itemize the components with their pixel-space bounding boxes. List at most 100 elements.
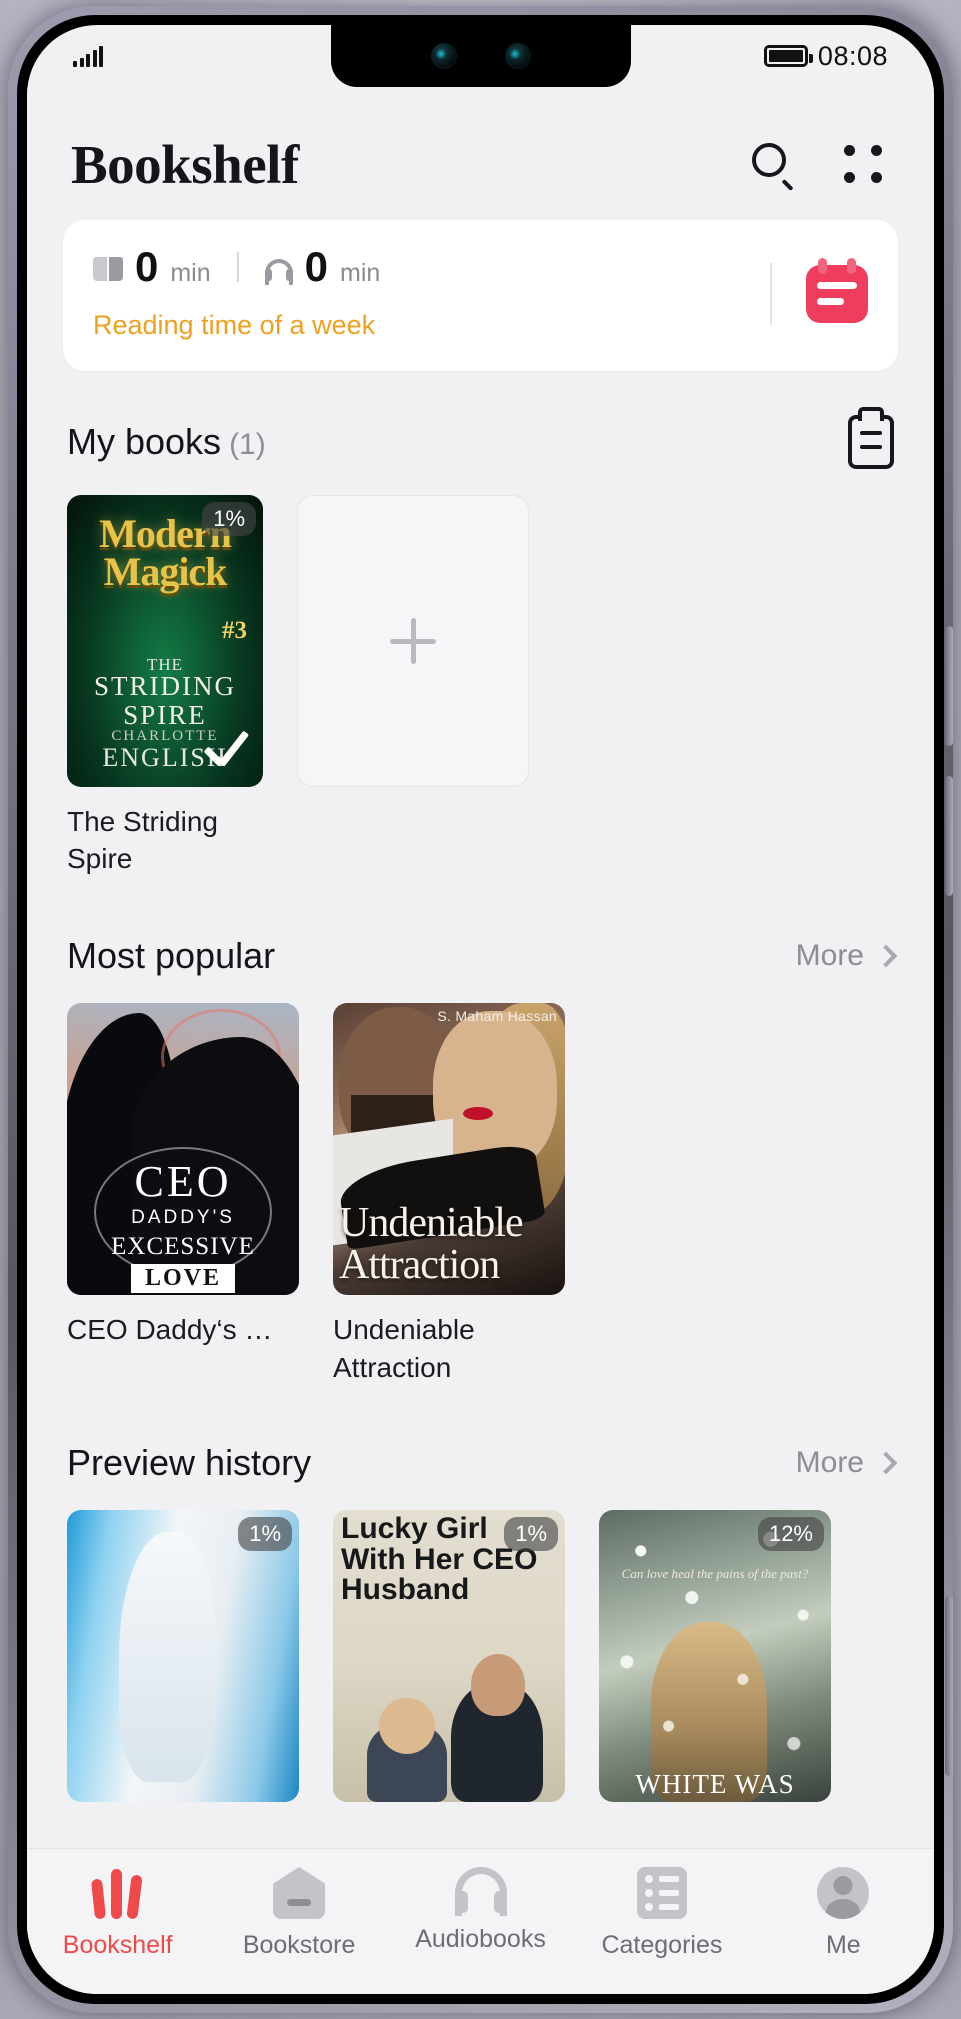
more-label: More bbox=[795, 1445, 864, 1479]
cover-text-4: LOVE bbox=[130, 1264, 236, 1294]
popular-book-item[interactable]: CEO DADDY'S EXCESSIVE LOVE CEO Daddy‘s … bbox=[67, 1003, 299, 1385]
camera-notch bbox=[330, 25, 631, 87]
popular-book-item[interactable]: S. Maham Hassan Undeniable Attraction Un… bbox=[333, 1003, 565, 1385]
cover-text-2: Attraction bbox=[339, 1242, 500, 1289]
preview-history-row: 1% Lucky Girl With Her CEO Husband 1% Ca… bbox=[27, 1509, 934, 1802]
search-icon[interactable] bbox=[752, 142, 796, 191]
tab-bookshelf[interactable]: Bookshelf bbox=[27, 1867, 208, 1960]
volume-up-button[interactable] bbox=[945, 626, 953, 746]
preview-book-item[interactable]: 1% bbox=[67, 1509, 299, 1802]
power-button[interactable] bbox=[945, 1596, 953, 1776]
chevron-right-icon bbox=[874, 1451, 898, 1475]
headphones-icon bbox=[454, 1867, 507, 1916]
tab-label: Bookstore bbox=[242, 1931, 356, 1959]
signal-bars-icon bbox=[73, 45, 103, 67]
open-book-icon bbox=[93, 257, 123, 281]
volume-down-button[interactable] bbox=[945, 776, 953, 896]
tab-label: Me bbox=[825, 1931, 861, 1959]
book-cover[interactable]: S. Maham Hassan Undeniable Attraction bbox=[333, 1003, 565, 1296]
progress-badge: 1% bbox=[238, 1516, 292, 1551]
listening-minutes-value: 0 bbox=[304, 243, 329, 290]
progress-badge: 1% bbox=[504, 1516, 558, 1551]
phone-frame: 08:08 Bookshelf 0 min 0 min Reading time… bbox=[8, 6, 953, 2013]
tab-label: Bookshelf bbox=[62, 1931, 173, 1959]
bottom-tab-bar: Bookshelf Bookstore Audiobooks Categorie… bbox=[27, 1848, 934, 1994]
most-popular-header: Most popular More bbox=[27, 935, 934, 977]
cover-text-1: Undeniable bbox=[339, 1200, 524, 1247]
cover-subtitle-3: SPIRE bbox=[123, 700, 207, 730]
reading-time-subtitle: Reading time of a week bbox=[93, 310, 376, 340]
add-book-button[interactable] bbox=[297, 495, 529, 787]
cover-tagline: Can love heal the pains of the past? bbox=[621, 1565, 809, 1581]
headphones-icon bbox=[264, 257, 293, 285]
my-books-count: (1) bbox=[229, 428, 266, 461]
cover-subtitle-2: STRIDING bbox=[94, 671, 236, 701]
battery-full-icon bbox=[763, 45, 813, 67]
reading-minutes-stat: 0 min bbox=[93, 246, 211, 288]
my-books-title: My books bbox=[67, 421, 222, 462]
preview-book-item[interactable]: Lucky Girl With Her CEO Husband 1% bbox=[333, 1509, 565, 1802]
my-books-row: 1% Modern Magick #3 THE STRIDING SPIRE C… bbox=[27, 495, 934, 877]
four-dot-grid-icon[interactable] bbox=[844, 144, 884, 185]
book-cover[interactable]: 1% Modern Magick #3 THE STRIDING SPIRE C… bbox=[67, 495, 263, 787]
reading-time-stats: 0 min 0 min Reading time of a week bbox=[93, 246, 760, 341]
cover-author: S. Maham Hassan bbox=[437, 1008, 557, 1025]
book-cover[interactable]: 1% bbox=[67, 1509, 299, 1802]
book-cover[interactable]: Can love heal the pains of the past? WHI… bbox=[599, 1509, 831, 1802]
preview-history-more-button[interactable]: More bbox=[795, 1445, 898, 1480]
chevron-right-icon bbox=[874, 945, 898, 968]
phone-screen: 08:08 Bookshelf 0 min 0 min Reading time… bbox=[27, 25, 934, 1994]
most-popular-more-button[interactable]: More bbox=[795, 939, 898, 973]
reading-time-card[interactable]: 0 min 0 min Reading time of a week bbox=[63, 220, 898, 371]
tab-label: Categories bbox=[601, 1931, 723, 1959]
listening-minutes-unit: min bbox=[340, 259, 381, 287]
most-popular-title: Most popular bbox=[67, 935, 276, 977]
phone-bezel: 08:08 Bookshelf 0 min 0 min Reading time… bbox=[17, 15, 944, 2004]
card-divider bbox=[770, 262, 772, 325]
book-title: Undeniable Attraction bbox=[333, 1314, 475, 1383]
tab-audiobooks[interactable]: Audiobooks bbox=[390, 1867, 571, 1954]
cover-text-1: CEO bbox=[134, 1157, 232, 1207]
book-title: The Striding Spire bbox=[67, 806, 218, 875]
more-label: More bbox=[795, 939, 864, 973]
cover-text-2: DADDY'S bbox=[131, 1207, 235, 1229]
cover-series-number: #3 bbox=[222, 617, 247, 644]
store-icon bbox=[273, 1867, 326, 1919]
plus-icon bbox=[390, 618, 436, 664]
tab-me[interactable]: Me bbox=[753, 1867, 934, 1960]
book-cover[interactable]: Lucky Girl With Her CEO Husband 1% bbox=[333, 1509, 565, 1802]
my-book-item[interactable]: 1% Modern Magick #3 THE STRIDING SPIRE C… bbox=[67, 495, 263, 877]
book-cover[interactable]: CEO DADDY'S EXCESSIVE LOVE bbox=[67, 1003, 299, 1296]
front-camera-icon bbox=[430, 43, 457, 69]
calendar-icon[interactable] bbox=[806, 257, 868, 323]
preview-history-title: Preview history bbox=[67, 1441, 312, 1483]
page-title: Bookshelf bbox=[71, 134, 299, 195]
cover-title-line2: Magick bbox=[103, 549, 228, 594]
user-avatar-icon bbox=[817, 1867, 870, 1919]
app-bar-actions bbox=[752, 142, 890, 191]
categories-list-icon bbox=[636, 1867, 687, 1919]
cover-title: WHITE WAS bbox=[635, 1768, 795, 1799]
check-icon bbox=[201, 747, 255, 781]
app-bar: Bookshelf bbox=[27, 87, 934, 206]
tab-categories[interactable]: Categories bbox=[571, 1867, 752, 1960]
book-title: CEO Daddy‘s … bbox=[67, 1314, 273, 1346]
reading-minutes-unit: min bbox=[170, 259, 211, 287]
most-popular-row: CEO DADDY'S EXCESSIVE LOVE CEO Daddy‘s … bbox=[27, 1003, 934, 1385]
cover-text-3: EXCESSIVE bbox=[111, 1233, 255, 1261]
app-content: Bookshelf 0 min 0 min Reading time of a … bbox=[27, 87, 934, 1994]
tab-bookstore[interactable]: Bookstore bbox=[208, 1867, 389, 1960]
status-clock: 08:08 bbox=[817, 40, 888, 71]
progress-badge: 1% bbox=[202, 502, 256, 536]
reading-minutes-value: 0 bbox=[135, 243, 159, 290]
front-camera-secondary-icon bbox=[504, 43, 531, 69]
tab-label: Audiobooks bbox=[415, 1925, 546, 1953]
progress-badge: 12% bbox=[757, 1516, 824, 1551]
my-books-header: My books (1) bbox=[27, 407, 934, 469]
status-bar-right: 08:08 bbox=[763, 40, 888, 72]
preview-book-item[interactable]: Can love heal the pains of the past? WHI… bbox=[599, 1509, 831, 1802]
listening-minutes-stat: 0 min bbox=[264, 243, 381, 290]
note-list-icon[interactable] bbox=[848, 407, 894, 469]
preview-history-header: Preview history More bbox=[27, 1442, 934, 1484]
stat-divider bbox=[236, 252, 239, 282]
